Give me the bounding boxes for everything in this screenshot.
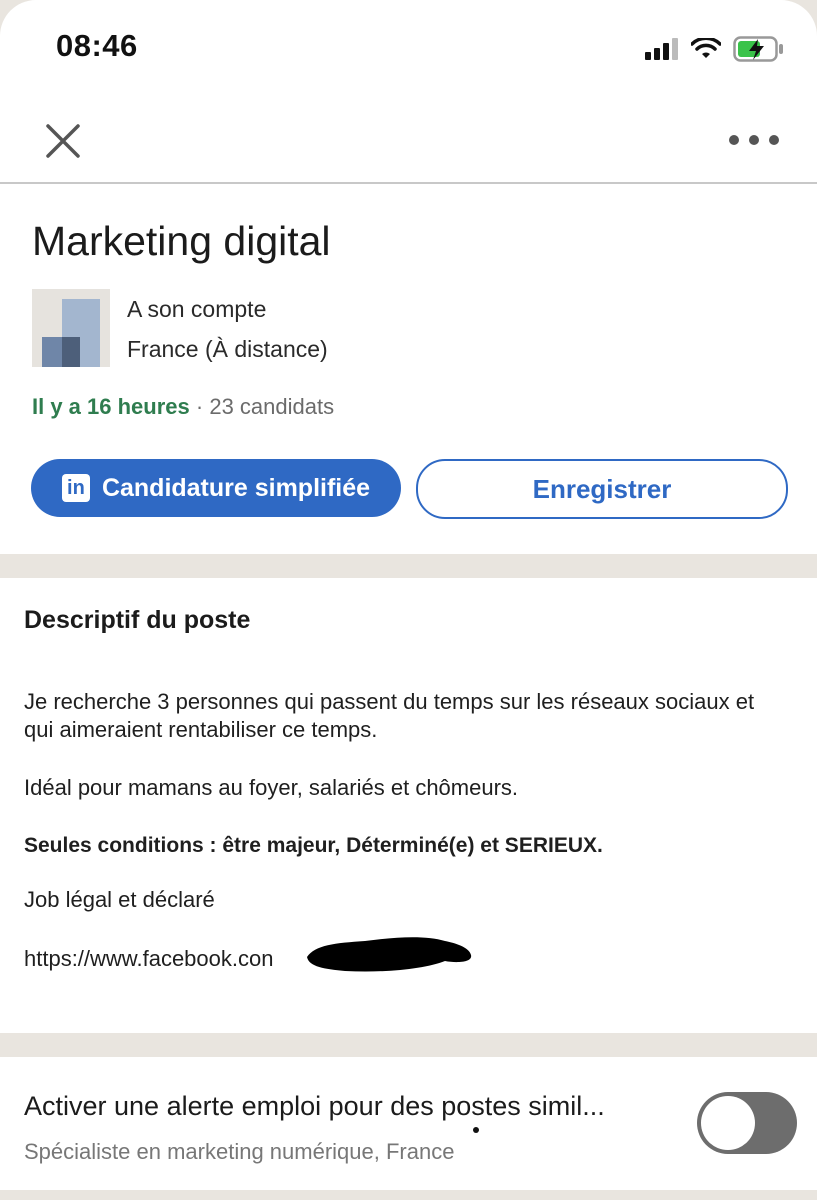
more-options-button[interactable] [729,120,779,160]
section-divider [0,554,817,578]
company-logo[interactable] [32,289,110,367]
description-conditions: Seules conditions : être majeur, Détermi… [24,834,603,857]
meta-separator: · [195,394,204,419]
battery-charging-icon [733,36,783,62]
save-job-button[interactable]: Enregistrer [416,459,788,519]
easy-apply-label: Candidature simplifiée [101,473,371,502]
easy-apply-button[interactable]: in Candidature simplifiée [31,459,401,517]
job-meta: Il y a 16 heures · 23 candidats [32,394,334,420]
phone-screen: 08:46 Marketing digital A son compte Fra… [0,0,817,1200]
close-icon [46,124,80,158]
job-alert-section: Activer une alerte emploi pour des poste… [0,1057,817,1190]
job-alert-toggle[interactable] [697,1092,797,1154]
job-location: France (À distance) [127,336,328,362]
job-title: Marketing digital [32,218,331,264]
more-dot-icon [749,135,759,145]
description-paragraph: Idéal pour mamans au foyer, salariés et … [24,775,519,800]
job-alert-subtitle: Spécialiste en marketing numérique, Fran… [24,1139,455,1164]
toggle-knob [701,1096,755,1150]
more-dot-icon [769,135,779,145]
close-button[interactable] [40,118,86,164]
tiny-dot [473,1127,479,1133]
applicant-count: 23 candidats [209,394,335,419]
linkedin-icon: in [61,474,90,502]
job-alert-title: Activer une alerte emploi pour des poste… [24,1091,605,1121]
wifi-icon [691,38,721,58]
job-header-section: Marketing digital A son compte France (À… [0,184,817,554]
top-nav-bar [0,100,817,184]
section-divider [0,1190,817,1200]
status-icons [645,36,785,62]
status-bar: 08:46 [0,0,817,100]
signal-icon [645,38,678,60]
more-dot-icon [729,135,739,145]
description-heading: Descriptif du poste [24,606,251,634]
posted-time: Il y a 16 heures [32,394,190,419]
description-paragraph: Je recherche 3 personnes qui passent du … [24,689,755,742]
redaction-scribble [307,937,472,972]
job-description-section: Descriptif du poste Je recherche 3 perso… [0,578,817,1033]
status-time: 08:46 [56,28,138,63]
section-divider [0,1033,817,1057]
description-paragraph: Job légal et déclaré [24,887,215,912]
save-job-label: Enregistrer [532,473,672,504]
company-name[interactable]: A son compte [127,296,266,323]
